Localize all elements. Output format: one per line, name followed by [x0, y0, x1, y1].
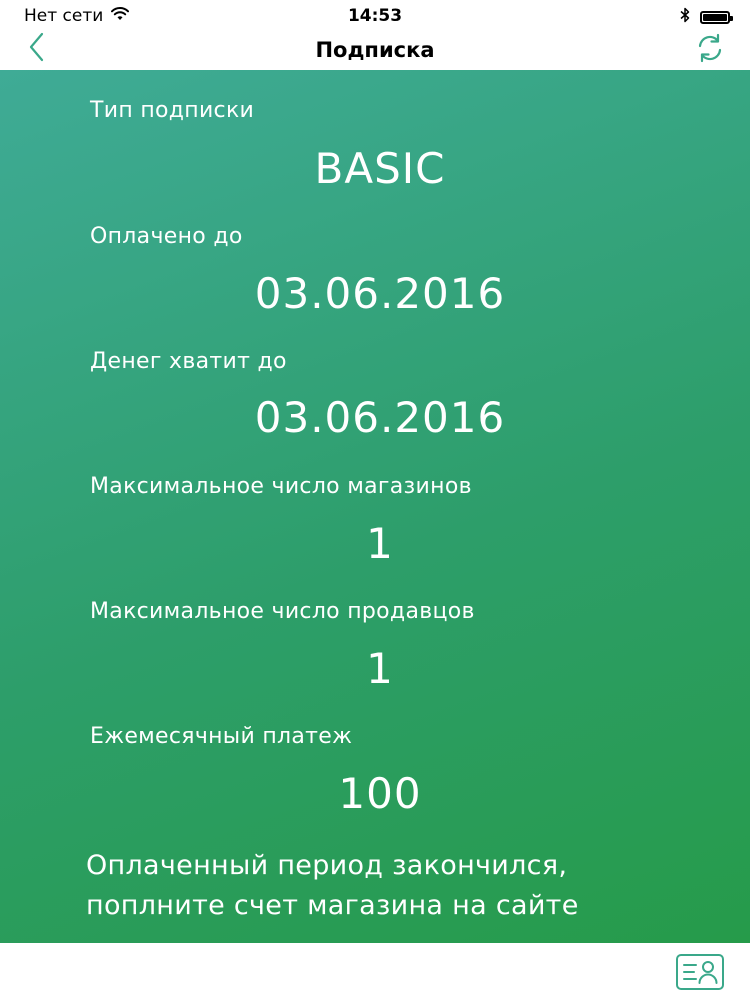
- navigation-bar: Подписка: [0, 32, 750, 71]
- bottom-bar: [0, 943, 750, 1000]
- expired-message-line2: поплните счет магазина на сайте: [86, 890, 579, 921]
- status-right: [680, 7, 733, 28]
- subscription-type-label: Тип подписки: [90, 98, 255, 123]
- subscription-type-value: BASIC: [314, 144, 446, 193]
- max-stores-label: Максимальное число магазинов: [90, 474, 472, 499]
- expired-message-line1: Оплаченный период закончился,: [86, 850, 568, 881]
- max-sellers-label: Максимальное число продавцов: [90, 599, 475, 624]
- monthly-payment-label: Ежемесячный платеж: [90, 724, 353, 749]
- profile-button[interactable]: [675, 952, 725, 992]
- battery-icon: [700, 11, 733, 24]
- expired-message: Оплаченный период закончился, поплните с…: [86, 846, 579, 926]
- monthly-payment-value: 100: [338, 769, 422, 818]
- paid-until-label: Оплачено до: [90, 224, 243, 249]
- money-until-value: 03.06.2016: [254, 393, 506, 442]
- page-title: Подписка: [315, 38, 435, 62]
- status-bar: Нет сети 14:53: [0, 0, 750, 32]
- subscription-panel: Тип подписки BASIC Оплачено до 03.06.201…: [0, 70, 750, 943]
- screen: Нет сети 14:53 Подписка Тип подписки BAS…: [0, 0, 750, 1000]
- refresh-icon: [694, 32, 726, 68]
- max-stores-value: 1: [366, 519, 394, 568]
- battery-level: [703, 14, 727, 21]
- max-sellers-value: 1: [366, 644, 394, 693]
- status-time: 14:53: [347, 6, 403, 26]
- profile-card-icon: [675, 954, 725, 996]
- refresh-button[interactable]: [692, 32, 728, 68]
- paid-until-value: 03.06.2016: [254, 269, 506, 318]
- bluetooth-icon: [680, 7, 690, 28]
- money-until-label: Денег хватит до: [90, 349, 287, 374]
